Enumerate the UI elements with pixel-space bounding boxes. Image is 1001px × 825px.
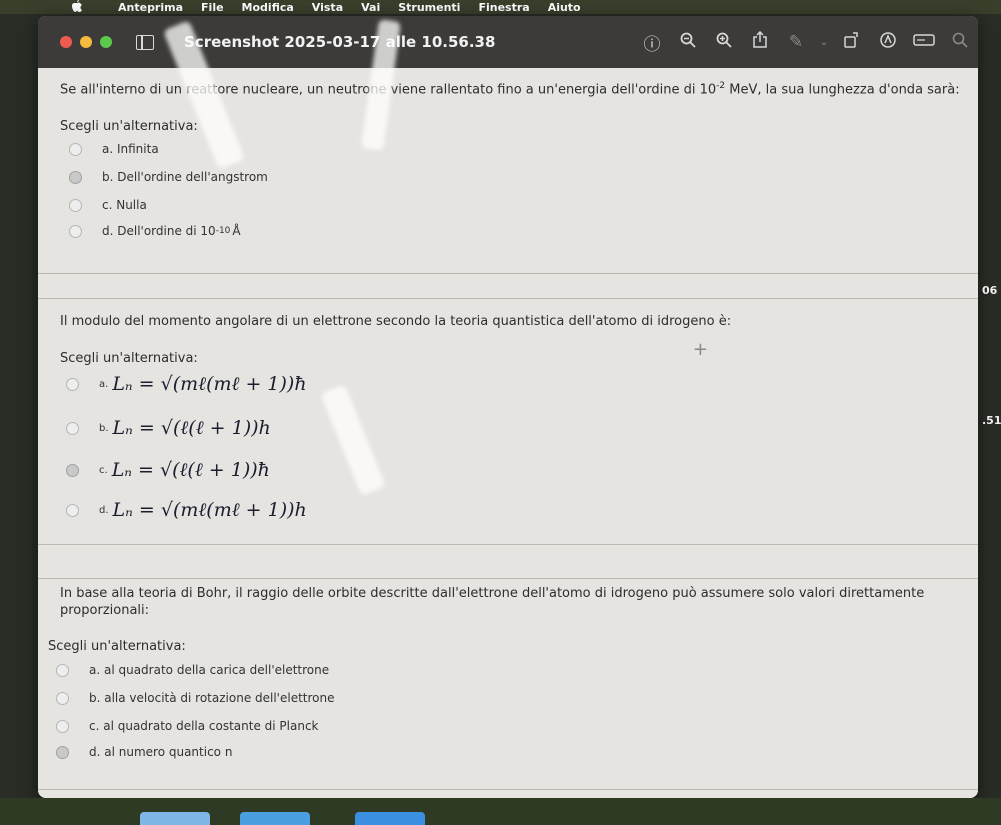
rotate-icon[interactable] [834,31,870,53]
question-text: In base alla teoria di Bohr, il raggio d… [60,586,925,618]
zoom-in-icon[interactable] [706,32,742,53]
exponent: -2 [716,81,726,91]
menu-vai[interactable]: Vai [361,1,380,14]
highlight-icon[interactable] [870,31,906,53]
option-c[interactable]: c. al quadrato della costante di Planck [56,719,319,733]
option-letter: d. [99,505,109,516]
option-d[interactable]: d. Dell'ordine di 10 -10 Å [69,224,241,238]
question-3: In base alla teoria di Bohr, il raggio d… [38,578,978,790]
option-label: b. Dell'ordine dell'angstrom [102,170,268,184]
option-b[interactable]: b. Lₙ = √(ℓ(ℓ + 1))h [66,417,271,440]
choice-prompt: Scegli un'alternativa: [60,351,198,366]
side-label: .51 [982,414,1001,427]
unit-label: Å [232,224,241,238]
question-text: Il modulo del momento angolare di un ele… [60,314,732,329]
option-label: a. al quadrato della carica dell'elettro… [89,663,330,677]
menu-strumenti[interactable]: Strumenti [398,1,460,14]
radio-button[interactable] [56,745,69,759]
preview-window: Screenshot 2025-03-17 alle 10.56.38 ⓘ ✎ … [38,16,978,798]
dock-icon[interactable] [140,812,210,825]
zoom-out-icon[interactable] [670,32,706,53]
radio-button[interactable] [56,691,69,705]
radio-button[interactable] [66,464,79,477]
option-a[interactable]: a. al quadrato della carica dell'elettro… [56,663,329,677]
option-label: b. alla velocità di rotazione dell'elett… [89,691,335,705]
toolbar: ⓘ ✎ ⌄ [634,16,978,68]
radio-button[interactable] [69,224,82,238]
apple-logo-icon[interactable] [72,0,84,15]
dock-icon[interactable] [355,812,425,825]
chevron-down-icon[interactable]: ⌄ [814,37,834,48]
info-icon[interactable]: ⓘ [634,30,670,55]
question-2: Il modulo del momento angolare di un ele… [38,298,978,545]
radio-button[interactable] [66,504,79,517]
radio-button[interactable] [69,170,82,184]
option-b[interactable]: b. Dell'ordine dell'angstrom [69,170,268,184]
side-label: 06 [982,284,998,297]
minimize-button[interactable] [80,36,92,48]
radio-button[interactable] [66,422,79,435]
option-label: d. al numero quantico n [89,745,233,759]
option-c[interactable]: c. Lₙ = √(ℓ(ℓ + 1))ħ [66,459,270,482]
menu-vista[interactable]: Vista [312,1,343,14]
plus-icon: + [692,339,708,360]
zoom-button[interactable] [100,36,112,48]
menu-bar: Anteprima File Modifica Vista Vai Strume… [0,0,1001,14]
sidebar-toggle-icon[interactable] [136,34,154,50]
formula: Lₙ = √(ℓ(ℓ + 1))ħ [111,459,270,481]
formula: Lₙ = √(mℓ(mℓ + 1))ħ [112,373,307,395]
close-button[interactable] [60,36,72,48]
share-icon[interactable] [742,30,778,53]
radio-button[interactable] [56,663,69,677]
option-label: a. Infinita [102,142,159,156]
formula: Lₙ = √(ℓ(ℓ + 1))h [112,417,271,439]
search-icon[interactable] [942,32,978,53]
choice-prompt: Scegli un'alternativa: [60,119,198,134]
menu-finestra[interactable]: Finestra [478,1,529,14]
markup-icon[interactable]: ✎ [778,32,814,52]
formula: Lₙ = √(mℓ(mℓ + 1))h [112,499,307,521]
menu-file[interactable]: File [201,1,224,14]
document-title: Screenshot 2025-03-17 alle 10.56.38 [184,33,496,51]
document-content: Se all'interno di un reattore nucleare, … [38,68,978,798]
exponent: -10 [215,226,231,236]
option-b[interactable]: b. alla velocità di rotazione dell'elett… [56,691,335,705]
question-1: Se all'interno di un reattore nucleare, … [38,68,978,274]
option-a[interactable]: a. Infinita [69,142,159,156]
redact-icon[interactable] [906,32,942,52]
radio-button[interactable] [56,719,69,733]
option-label: c. al quadrato della costante di Planck [89,719,319,733]
menu-modifica[interactable]: Modifica [242,1,294,14]
menu-app-name[interactable]: Anteprima [118,1,183,14]
option-letter: a. [99,379,109,390]
dock-icon[interactable] [240,812,310,825]
question-text-part: MeV, la sua lunghezza d'onda sarà: [725,82,960,98]
option-a[interactable]: a. Lₙ = √(mℓ(mℓ + 1))ħ [66,373,307,396]
radio-button[interactable] [69,142,82,156]
option-label: d. Dell'ordine di 10 [102,224,216,238]
option-c[interactable]: c. Nulla [69,198,147,212]
choice-prompt: Scegli un'alternativa: [48,639,186,654]
menu-aiuto[interactable]: Aiuto [548,1,581,14]
option-letter: b. [99,423,109,434]
radio-button[interactable] [69,198,82,212]
option-label: c. Nulla [102,198,147,212]
radio-button[interactable] [66,378,79,391]
option-d[interactable]: d. Lₙ = √(mℓ(mℓ + 1))h [66,499,307,522]
option-d[interactable]: d. al numero quantico n [56,745,232,759]
option-letter: c. [99,465,108,476]
